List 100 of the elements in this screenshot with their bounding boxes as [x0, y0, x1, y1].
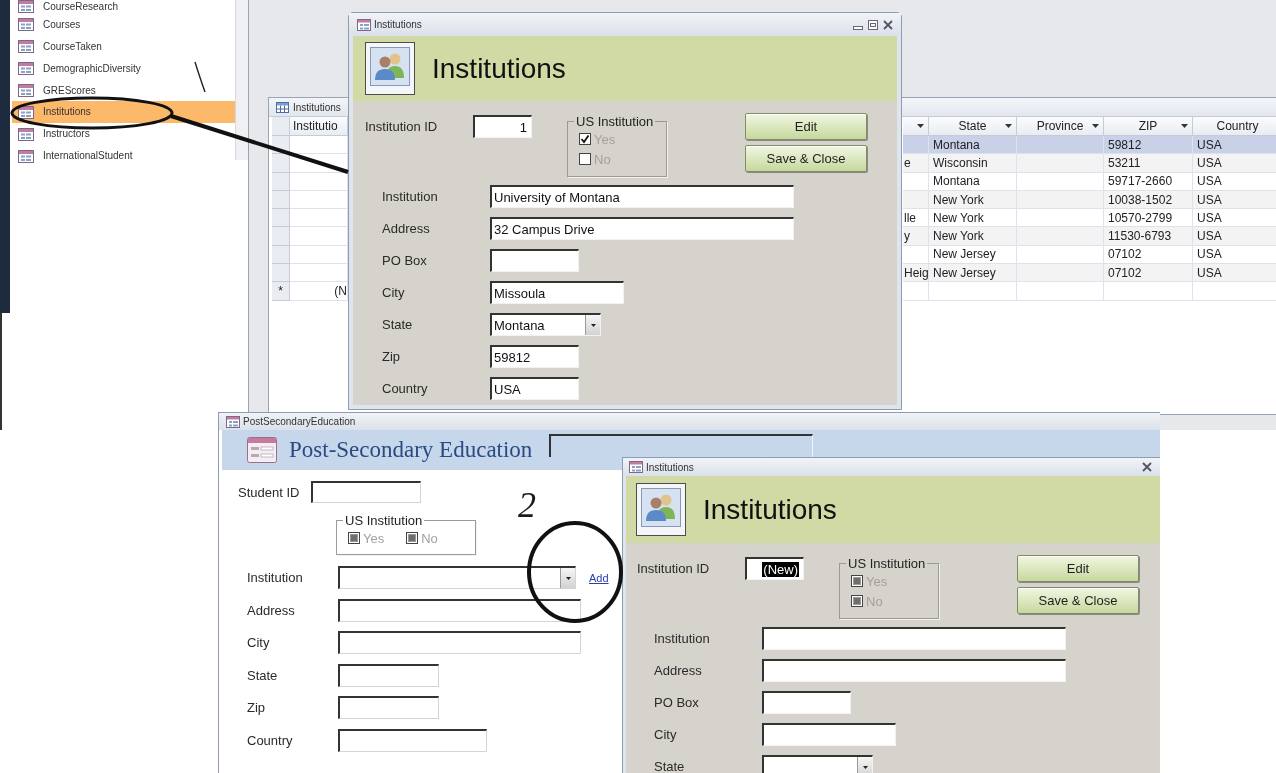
form-icon [226, 415, 240, 428]
edit-button[interactable]: Edit [1017, 555, 1139, 582]
add-link[interactable]: Add [589, 571, 609, 584]
field-label: City [654, 727, 677, 742]
form-heading: Institutions [432, 52, 566, 85]
field-label: City [247, 635, 270, 651]
nav-item[interactable]: CourseResearch [12, 0, 235, 14]
dropdown-field[interactable]: Montana [490, 313, 601, 336]
text-field[interactable]: University of Montana [490, 185, 794, 208]
dropdown-button[interactable] [560, 568, 575, 588]
form-icon [18, 127, 34, 141]
text-field[interactable] [338, 728, 487, 752]
field-label: Address [247, 602, 295, 618]
text-field[interactable] [762, 691, 851, 714]
text-field[interactable] [311, 481, 421, 503]
text-field[interactable] [762, 723, 896, 746]
table-row[interactable]: Heig New Jersey 07102 USA [903, 264, 1276, 283]
dropdown-button[interactable] [585, 315, 600, 335]
text-field[interactable] [490, 249, 579, 272]
restore-icon[interactable] [868, 19, 878, 30]
id-field[interactable]: 1 [473, 115, 532, 138]
checkbox-label: No [421, 530, 438, 546]
field-label: State [247, 667, 278, 683]
table-row[interactable]: lle New York 10570-2799 USA [903, 209, 1276, 228]
text-field[interactable]: USA [490, 377, 579, 400]
header-field[interactable] [549, 434, 814, 457]
nav-item[interactable]: Courses [12, 13, 235, 36]
field-label: Address [382, 221, 430, 236]
text-field[interactable] [762, 627, 1066, 650]
dropdown-button[interactable] [857, 757, 872, 773]
table-cell: USA [1193, 227, 1276, 246]
field-label: Institution [247, 570, 303, 585]
text-field[interactable] [338, 663, 439, 687]
field-label: Institution [382, 189, 438, 204]
new-record-marker[interactable]: * [272, 282, 290, 301]
text-field[interactable] [338, 598, 581, 622]
table-cell: 59717-2660 [1104, 172, 1193, 191]
form-icon [18, 18, 34, 32]
nav-item[interactable]: DemographicDiversity [12, 57, 235, 80]
nav-item[interactable]: GREScores [12, 79, 235, 102]
save-and-close-button[interactable]: Save & Close [745, 145, 867, 172]
table-cell: 53211 [1104, 154, 1193, 173]
nav-item[interactable]: InternationalStudent [12, 145, 235, 168]
column-header[interactable]: Province [1017, 117, 1104, 136]
scrollbar[interactable] [235, 0, 248, 160]
caret-icon [590, 323, 596, 327]
field-label: Institution [654, 631, 710, 646]
form-icon [18, 84, 34, 97]
text-field[interactable]: 32 Campus Drive [490, 217, 794, 240]
dropdown-field[interactable] [762, 755, 873, 773]
field-label: Country [247, 732, 293, 748]
table-row[interactable]: y New York 11530-6793 USA [903, 227, 1276, 246]
table-cell: USA [1193, 172, 1276, 191]
field-label: Student ID [238, 484, 301, 500]
field-label: Zip [382, 349, 401, 364]
text-field[interactable] [762, 659, 1066, 682]
form-icon [18, 105, 34, 119]
field-label: State [654, 759, 685, 773]
text-field[interactable] [338, 631, 581, 655]
id-field[interactable]: (New) [745, 557, 804, 580]
column-header[interactable]: State [929, 117, 1017, 136]
table-row[interactable]: e Wisconsin 53211 USA [903, 154, 1276, 173]
nav-item[interactable]: CourseTaken [12, 35, 235, 58]
column-header[interactable]: Country [1193, 117, 1276, 136]
save-and-close-button[interactable]: Save & Close [1017, 587, 1139, 614]
people-icon [636, 483, 686, 536]
table-cell: USA [1193, 154, 1276, 173]
column-header[interactable]: Institutio [290, 117, 348, 136]
table-icon [276, 101, 289, 113]
field-label: Institution ID [637, 560, 711, 578]
window-title: Institutions [293, 101, 341, 113]
annotation-number: 2 [518, 487, 536, 523]
dropdown-field[interactable] [338, 566, 576, 589]
text-field[interactable] [338, 696, 439, 720]
table-cell: y [903, 227, 929, 246]
group-label: US Institution [344, 513, 424, 528]
checkbox-label: Yes [363, 530, 385, 546]
field-label: Institution ID [365, 118, 439, 136]
nav-item[interactable]: Institutions [12, 101, 235, 124]
caret-icon [862, 765, 868, 769]
edit-button[interactable]: Edit [745, 113, 867, 140]
close-icon[interactable] [1142, 462, 1152, 472]
nav-item[interactable]: Instructors [12, 123, 235, 146]
text-field[interactable]: 59812 [490, 345, 579, 368]
pen-stroke [194, 61, 206, 93]
column-header[interactable]: ZIP [1104, 117, 1193, 136]
group-label: US Institution [575, 114, 655, 129]
table-cell: 11530-6793 [1104, 227, 1193, 246]
table-cell: Montana [929, 172, 1017, 191]
field-label: State [382, 317, 413, 332]
caret-icon [565, 576, 571, 580]
text-field[interactable]: Missoula [490, 281, 624, 304]
window-title: Institutions [646, 461, 694, 473]
table-cell: (N [290, 282, 348, 301]
field-label: Zip [247, 700, 266, 716]
form-icon [18, 62, 34, 76]
column-header[interactable] [903, 117, 929, 136]
close-icon[interactable] [883, 19, 893, 30]
people-icon [365, 42, 415, 95]
table-row[interactable]: Montana 59812 USA [903, 136, 1276, 155]
